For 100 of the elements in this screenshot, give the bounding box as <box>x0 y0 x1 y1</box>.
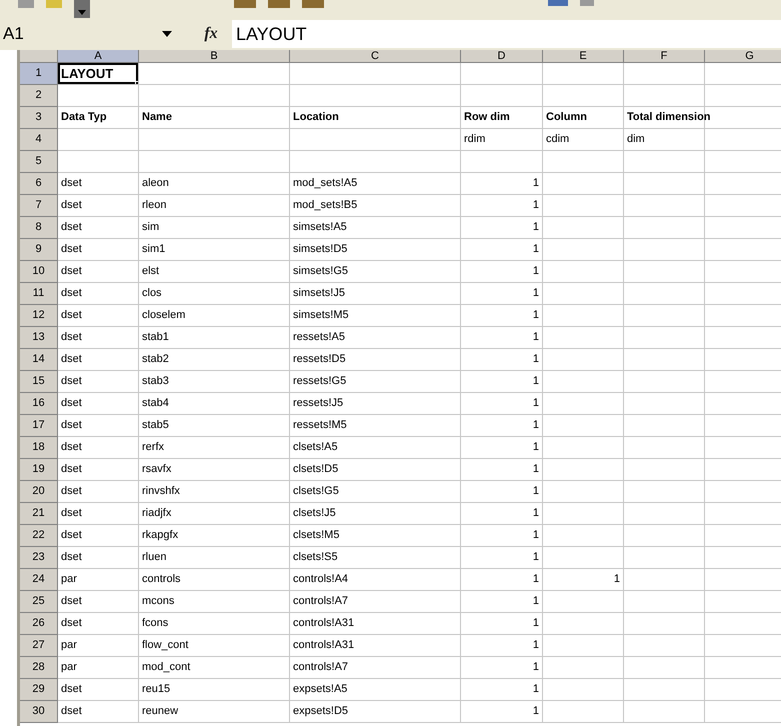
table-cell[interactable] <box>624 415 705 437</box>
row-header[interactable]: 20 <box>20 481 58 503</box>
table-cell[interactable]: clsets!A5 <box>290 437 461 459</box>
row-header[interactable]: 29 <box>20 679 58 701</box>
row-header[interactable]: 18 <box>20 437 58 459</box>
select-all-corner[interactable] <box>20 50 58 63</box>
table-cell[interactable] <box>624 85 705 107</box>
table-cell[interactable] <box>290 151 461 173</box>
table-cell[interactable] <box>543 195 624 217</box>
table-cell[interactable] <box>290 129 461 151</box>
function-label[interactable]: fx <box>190 22 232 46</box>
row-header[interactable]: 22 <box>20 525 58 547</box>
table-cell[interactable] <box>624 195 705 217</box>
table-cell[interactable]: stab1 <box>139 327 290 349</box>
table-cell[interactable] <box>624 481 705 503</box>
table-cell[interactable]: 1 <box>461 305 543 327</box>
table-cell[interactable]: expsets!D5 <box>290 701 461 723</box>
table-cell[interactable] <box>543 151 624 173</box>
table-cell[interactable]: dset <box>58 547 139 569</box>
table-cell[interactable]: dset <box>58 305 139 327</box>
table-cell[interactable]: Data Typ <box>58 107 139 129</box>
table-cell[interactable]: controls!A31 <box>290 613 461 635</box>
table-cell[interactable] <box>624 437 705 459</box>
row-header[interactable]: 21 <box>20 503 58 525</box>
table-cell[interactable]: dset <box>58 701 139 723</box>
table-cell[interactable]: 1 <box>461 547 543 569</box>
table-cell[interactable]: 1 <box>461 437 543 459</box>
table-cell[interactable]: aleon <box>139 173 290 195</box>
table-cell[interactable]: 1 <box>461 283 543 305</box>
table-cell[interactable] <box>543 393 624 415</box>
row-header[interactable]: 27 <box>20 635 58 657</box>
table-cell[interactable]: elst <box>139 261 290 283</box>
table-cell[interactable]: 1 <box>461 591 543 613</box>
row-header[interactable]: 1 <box>20 63 58 85</box>
table-cell[interactable]: mod_sets!B5 <box>290 195 461 217</box>
table-cell[interactable]: rinvshfx <box>139 481 290 503</box>
table-cell[interactable]: Column <box>543 107 624 129</box>
table-cell[interactable] <box>58 151 139 173</box>
table-cell[interactable] <box>624 371 705 393</box>
table-cell[interactable]: 1 <box>461 701 543 723</box>
table-cell[interactable]: 1 <box>461 239 543 261</box>
table-cell[interactable]: controls!A7 <box>290 657 461 679</box>
table-cell[interactable] <box>543 283 624 305</box>
table-cell[interactable]: simsets!G5 <box>290 261 461 283</box>
table-cell[interactable]: 1 <box>461 657 543 679</box>
table-cell[interactable]: 1 <box>461 195 543 217</box>
table-cell[interactable]: cdim <box>543 129 624 151</box>
table-cell[interactable] <box>543 85 624 107</box>
table-cell[interactable] <box>543 613 624 635</box>
table-cell[interactable] <box>543 261 624 283</box>
table-cell[interactable]: dset <box>58 261 139 283</box>
table-cell[interactable]: clos <box>139 283 290 305</box>
table-cell[interactable]: rkapgfx <box>139 525 290 547</box>
table-cell[interactable]: stab5 <box>139 415 290 437</box>
table-cell[interactable] <box>543 547 624 569</box>
table-cell[interactable] <box>624 393 705 415</box>
table-cell[interactable]: 1 <box>461 327 543 349</box>
row-header[interactable]: 5 <box>20 151 58 173</box>
table-cell[interactable] <box>624 569 705 591</box>
table-cell[interactable] <box>624 503 705 525</box>
table-cell[interactable]: dset <box>58 459 139 481</box>
table-cell[interactable]: simsets!A5 <box>290 217 461 239</box>
table-cell[interactable]: clsets!G5 <box>290 481 461 503</box>
table-cell[interactable]: reunew <box>139 701 290 723</box>
table-cell[interactable]: Row dim <box>461 107 543 129</box>
table-cell[interactable]: fcons <box>139 613 290 635</box>
name-box[interactable]: A1 <box>0 21 190 47</box>
table-cell[interactable]: 1 <box>461 613 543 635</box>
row-header[interactable]: 13 <box>20 327 58 349</box>
row-header[interactable]: 12 <box>20 305 58 327</box>
table-cell[interactable]: sim1 <box>139 239 290 261</box>
row-header[interactable]: 19 <box>20 459 58 481</box>
table-cell[interactable] <box>624 613 705 635</box>
table-cell[interactable] <box>624 591 705 613</box>
table-cell[interactable] <box>461 63 543 85</box>
table-cell[interactable] <box>290 63 461 85</box>
row-header[interactable]: 2 <box>20 85 58 107</box>
table-cell[interactable] <box>543 349 624 371</box>
table-cell[interactable]: par <box>58 635 139 657</box>
table-cell[interactable]: 1 <box>461 481 543 503</box>
column-header[interactable]: A <box>58 50 139 63</box>
table-cell[interactable]: controls!A7 <box>290 591 461 613</box>
table-cell[interactable]: dset <box>58 613 139 635</box>
table-cell[interactable] <box>139 151 290 173</box>
table-cell[interactable]: clsets!S5 <box>290 547 461 569</box>
table-cell[interactable] <box>543 635 624 657</box>
table-cell[interactable]: ressets!D5 <box>290 349 461 371</box>
table-cell[interactable]: mod_cont <box>139 657 290 679</box>
table-cell[interactable]: dset <box>58 371 139 393</box>
table-cell[interactable] <box>624 525 705 547</box>
table-cell[interactable] <box>624 151 705 173</box>
table-cell[interactable]: dset <box>58 679 139 701</box>
table-cell[interactable]: mod_sets!A5 <box>290 173 461 195</box>
table-cell[interactable]: 1 <box>461 371 543 393</box>
table-cell[interactable] <box>543 701 624 723</box>
row-header[interactable]: 23 <box>20 547 58 569</box>
table-cell[interactable]: dset <box>58 591 139 613</box>
table-cell[interactable] <box>543 525 624 547</box>
row-header[interactable]: 3 <box>20 107 58 129</box>
row-header[interactable]: 11 <box>20 283 58 305</box>
